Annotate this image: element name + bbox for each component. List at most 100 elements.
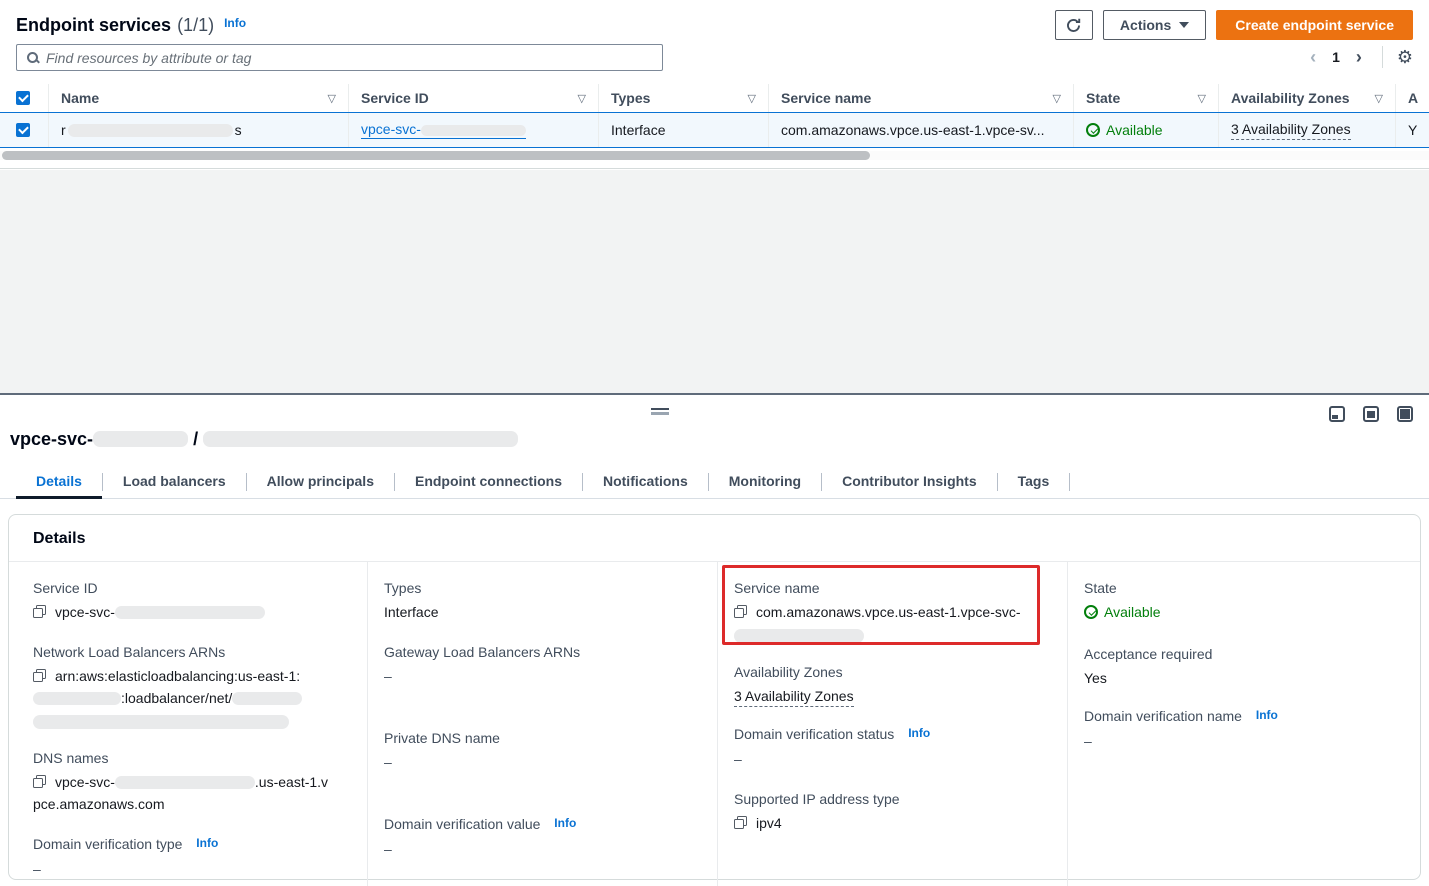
service-name-redacted <box>734 629 864 643</box>
copy-icon[interactable] <box>33 605 46 618</box>
column-label-types: Types <box>599 90 650 106</box>
field-nlb-arns: Network Load Balancers ARNs arn:aws:elas… <box>33 642 347 729</box>
row-acceptance-value: Y <box>1408 122 1417 138</box>
tab-tags[interactable]: Tags <box>998 466 1070 498</box>
panel-drag-handle[interactable] <box>651 408 669 415</box>
types-label: Types <box>384 578 697 598</box>
service-id-link[interactable]: vpce-svc- <box>361 121 526 139</box>
dns-names-label: DNS names <box>33 748 347 768</box>
row-types-value: Interface <box>611 122 665 138</box>
private-dns-label: Private DNS name <box>384 728 697 748</box>
copy-icon[interactable] <box>734 816 747 829</box>
column-header-acceptance: A <box>1395 84 1429 112</box>
panel-title-prefix: vpce-svc- <box>10 429 93 449</box>
domain-verification-name-value: – <box>1084 730 1400 752</box>
column-label-service-id: Service ID <box>349 90 429 106</box>
service-id-redacted <box>421 125 526 136</box>
copy-icon[interactable] <box>734 605 747 618</box>
field-supported-ip: Supported IP address type ipv4 <box>734 789 1047 834</box>
page-title: Endpoint services <box>16 15 171 36</box>
row-availability-zones-cell: 3 Availability Zones <box>1218 113 1395 147</box>
create-endpoint-service-button[interactable]: Create endpoint service <box>1216 10 1413 40</box>
filter-icon-service-name[interactable] <box>1053 92 1061 105</box>
panel-title: vpce-svc- / <box>10 429 518 450</box>
refresh-button[interactable] <box>1055 10 1093 40</box>
row-state-cell: Available <box>1073 113 1218 147</box>
domain-verification-value-label: Domain verification value <box>384 816 540 832</box>
details-card-heading: Details <box>9 515 1420 562</box>
domain-verification-type-info-link[interactable]: Info <box>196 836 218 850</box>
table-header: Name Service ID Types Service name State… <box>0 84 1429 112</box>
field-service-name: Service name com.amazonaws.vpce.us-east-… <box>734 578 1047 643</box>
filter-icon-service-id[interactable] <box>578 92 586 105</box>
nlb-arn-part1: arn:aws:elasticloadbalancing:us-east-1: <box>55 668 300 684</box>
supported-ip-label: Supported IP address type <box>734 789 1047 809</box>
types-value: Interface <box>384 601 697 623</box>
tab-details[interactable]: Details <box>16 466 102 498</box>
column-label-availability-zones: Availability Zones <box>1219 90 1350 106</box>
column-header-service-name: Service name <box>768 84 1073 112</box>
column-header-service-id: Service ID <box>348 84 598 112</box>
tab-load-balancers[interactable]: Load balancers <box>103 466 246 498</box>
field-acceptance-required: Acceptance required Yes <box>1084 644 1400 689</box>
field-types: Types Interface <box>384 578 697 623</box>
filter-icon-name[interactable] <box>328 92 336 105</box>
domain-verification-name-info-link[interactable]: Info <box>1256 708 1278 722</box>
previous-page-button[interactable]: ‹ <box>1304 46 1322 68</box>
tab-endpoint-connections[interactable]: Endpoint connections <box>395 466 582 498</box>
caret-down-icon <box>1179 22 1189 28</box>
panel-size-small-icon[interactable] <box>1329 406 1345 422</box>
search-box[interactable] <box>16 44 663 71</box>
search-input[interactable] <box>46 50 652 66</box>
row-service-id-cell: vpce-svc- <box>348 113 598 147</box>
column-label-name: Name <box>49 90 99 106</box>
domain-verification-status-label: Domain verification status <box>734 726 894 742</box>
tab-allow-principals[interactable]: Allow principals <box>247 466 394 498</box>
row-name-redacted <box>68 124 233 137</box>
domain-verification-value-info-link[interactable]: Info <box>554 816 576 830</box>
field-domain-verification-type: Domain verification type Info – <box>33 834 347 880</box>
domain-verification-status-info-link[interactable]: Info <box>908 726 930 740</box>
availability-zones-value-link[interactable]: 3 Availability Zones <box>734 688 854 707</box>
row-acceptance-cell: Y <box>1395 113 1429 147</box>
panel-size-large-icon[interactable] <box>1397 406 1413 422</box>
copy-icon[interactable] <box>33 775 46 788</box>
details-card-body: Service ID vpce-svc- Network Load Balanc… <box>9 562 1420 886</box>
filter-icon-state[interactable] <box>1198 92 1206 105</box>
select-all-checkbox[interactable] <box>16 91 30 105</box>
supported-ip-value: ipv4 <box>756 815 782 831</box>
panel-size-medium-icon[interactable] <box>1363 406 1379 422</box>
tab-monitoring[interactable]: Monitoring <box>709 466 821 498</box>
availability-zones-popover-link[interactable]: 3 Availability Zones <box>1231 121 1351 140</box>
details-column-2: Types Interface Gateway Load Balancers A… <box>367 562 717 886</box>
tab-contributor-insights[interactable]: Contributor Insights <box>822 466 997 498</box>
horizontal-scrollbar-thumb[interactable] <box>2 151 870 160</box>
endpoint-services-list-card: Endpoint services (1/1) Info Actions Cre… <box>0 0 1429 169</box>
next-page-button[interactable]: › <box>1350 46 1368 68</box>
row-name-visible-start: r <box>61 122 66 138</box>
row-checkbox[interactable] <box>16 123 30 137</box>
service-id-value-prefix: vpce-svc- <box>55 604 115 620</box>
list-header: Endpoint services (1/1) Info Actions Cre… <box>16 10 1413 40</box>
panel-title-redacted-2 <box>203 431 518 447</box>
dns-value-prefix: vpce-svc- <box>55 774 115 790</box>
header-info-link[interactable]: Info <box>224 16 246 30</box>
glb-arns-value: – <box>384 665 697 687</box>
field-private-dns: Private DNS name – <box>384 728 697 773</box>
check-circle-icon <box>1084 605 1098 619</box>
preferences-gear-icon[interactable] <box>1397 46 1413 68</box>
panel-size-controls <box>1329 406 1413 422</box>
field-service-id: Service ID vpce-svc- <box>33 578 347 623</box>
availability-zones-label: Availability Zones <box>734 662 1047 682</box>
tab-notifications[interactable]: Notifications <box>583 466 708 498</box>
actions-button[interactable]: Actions <box>1103 10 1206 40</box>
copy-icon[interactable] <box>33 669 46 682</box>
endpoint-services-page: Endpoint services (1/1) Info Actions Cre… <box>0 0 1429 886</box>
nlb-arn-part2: :loadbalancer/net/ <box>121 690 232 706</box>
details-column-4: State Available Acceptance required Yes <box>1067 562 1420 886</box>
filter-icon-types[interactable] <box>748 92 756 105</box>
row-service-name-cell: com.amazonaws.vpce.us-east-1.vpce-sv... <box>768 113 1073 147</box>
tab-separator <box>1069 473 1070 491</box>
table-row[interactable]: r s vpce-svc- Interface com.amazonaws.vp… <box>0 112 1429 148</box>
filter-icon-availability-zones[interactable] <box>1375 92 1383 105</box>
